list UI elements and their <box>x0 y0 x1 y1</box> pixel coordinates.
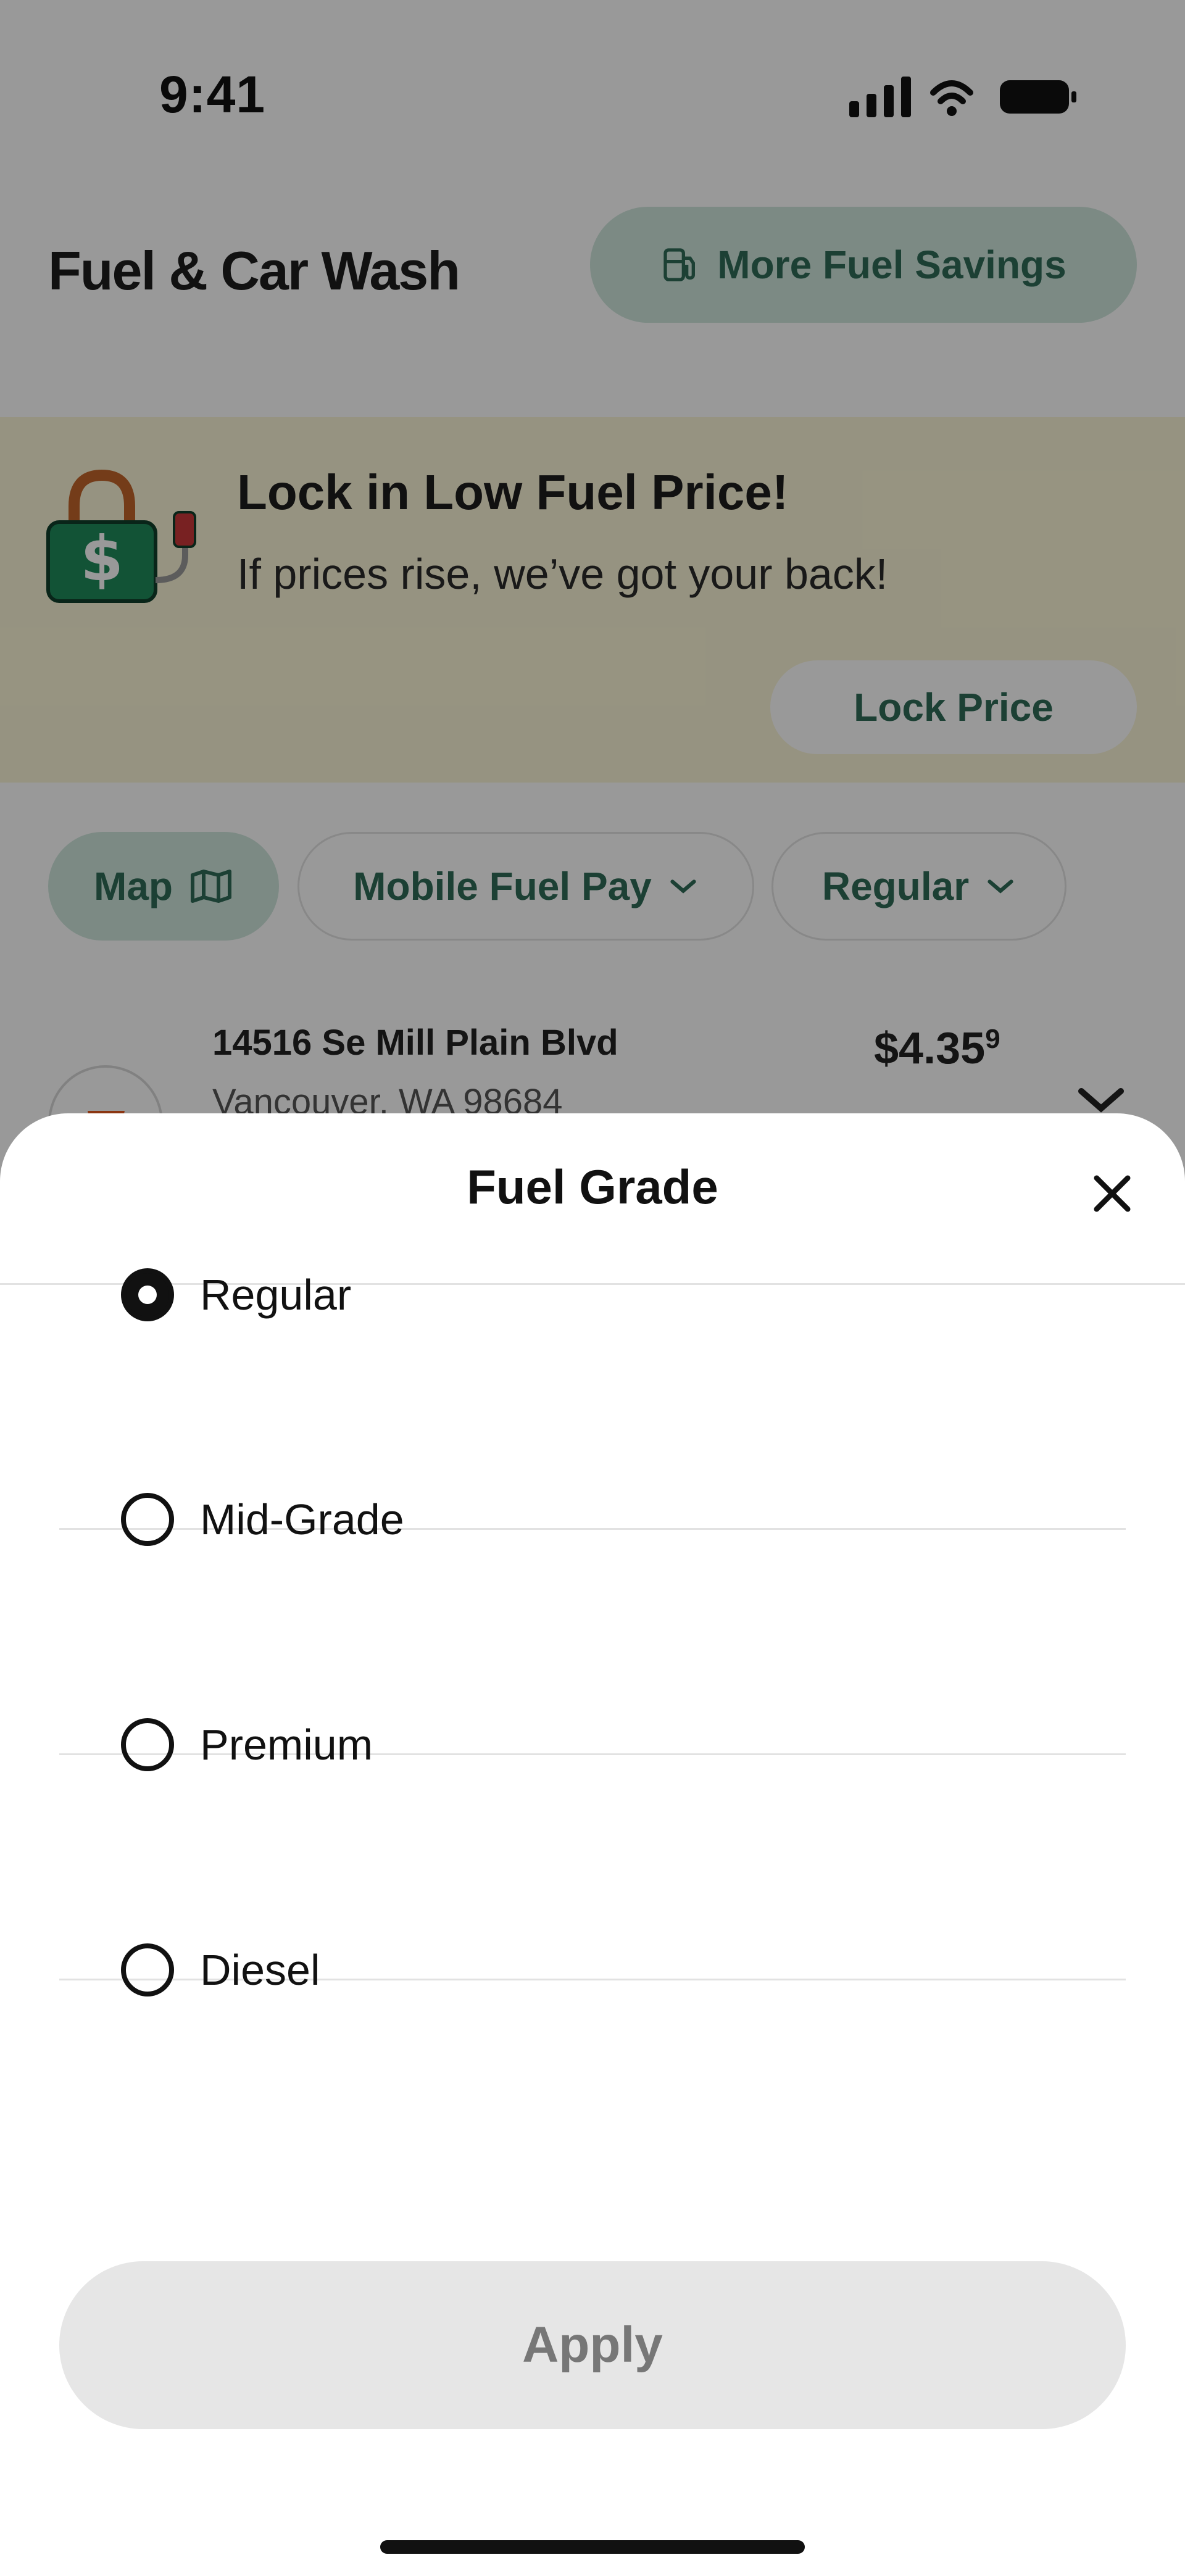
option-mid-grade[interactable]: Mid-Grade <box>59 1407 1126 1632</box>
radio-unchecked-icon <box>121 1493 174 1546</box>
radio-unchecked-icon <box>121 1943 174 1996</box>
fuel-grade-sheet: Fuel Grade Regular Mid-Grade Premium Die… <box>0 1113 1185 2576</box>
home-indicator <box>380 2540 805 2554</box>
option-regular[interactable]: Regular <box>59 1182 1126 1407</box>
radio-unchecked-icon <box>121 1718 174 1771</box>
option-label: Regular <box>200 1271 352 1319</box>
option-label: Premium <box>200 1721 373 1769</box>
option-diesel[interactable]: Diesel <box>59 1858 1126 2082</box>
option-label: Diesel <box>200 1946 320 1994</box>
apply-button[interactable]: Apply <box>59 2261 1126 2429</box>
option-premium[interactable]: Premium <box>59 1632 1126 1857</box>
option-label: Mid-Grade <box>200 1495 404 1544</box>
radio-checked-icon <box>121 1268 174 1321</box>
